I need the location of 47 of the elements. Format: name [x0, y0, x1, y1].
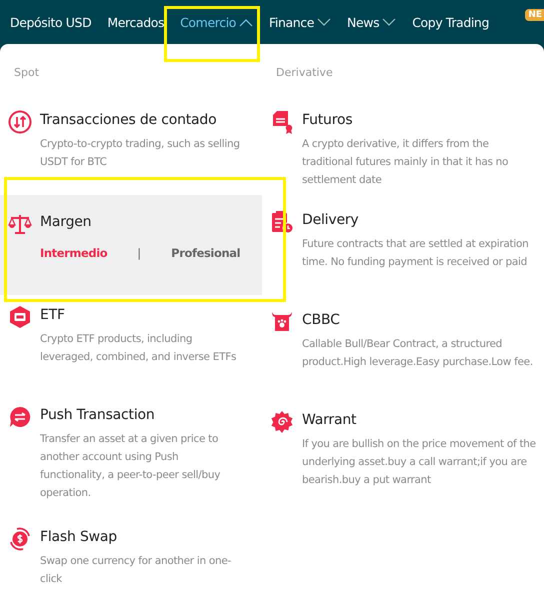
menu-item[interactable]: Futuros A crypto derivative, it differs from the traditional futures mainly in that it has no settlement date	[262, 100, 544, 200]
hexagon-icon	[8, 305, 32, 329]
section-heading: Derivative	[275, 65, 334, 81]
menu-item[interactable]: CBBC Callable Bull/Bear Contract, a structured product.High leverage.Easy purchase.Low fee.	[262, 300, 544, 400]
menu-item-description: A crypto derivative, it differs from the traditional futures mainly in that it has no settlement date	[302, 137, 510, 188]
menu-item-title[interactable]: Warrant	[302, 410, 536, 430]
menu-item-description: If you are bullish on the price movement of the underlying asset.buy a call warrant;if you are bearish.buy a put warrant	[302, 437, 536, 488]
menu-item-title[interactable]: ETF	[40, 305, 240, 325]
separator: |	[137, 246, 142, 260]
menu-item-description: Future contracts that are settled at expiration time. No funding payment is received or paid	[302, 237, 530, 270]
nav-tab[interactable]: Depósito USD	[10, 14, 92, 30]
nav-tab[interactable]: News	[347, 14, 396, 30]
nav-tab[interactable]: Finance	[269, 14, 332, 30]
menu-item-title[interactable]: Delivery	[302, 210, 536, 230]
menu-item[interactable]: Flash Swap Swap one currency for another in one-click	[0, 517, 262, 597]
menu-item[interactable]: ETF Crypto ETF products, including leveraged, combined, and inverse ETFs	[0, 295, 262, 395]
nav-tab[interactable]: Copy Trading	[412, 14, 489, 30]
gear-spiral-icon	[270, 410, 294, 434]
menu-item-description: Callable Bull/Bear Contract, a structured product.High leverage.Easy purchase.Low fee.	[302, 337, 534, 370]
menu-item-description: Crypto ETF products, including leveraged, combined, and inverse ETFs	[40, 332, 238, 365]
document-icon	[270, 110, 294, 134]
menu-item-title[interactable]: Push Transaction	[40, 405, 240, 425]
new-badge: NE	[525, 9, 544, 21]
section-heading: Spot	[13, 65, 40, 81]
menu-item[interactable]: Push Transaction Transfer an asset at a given price to another account using Push functionality, a peer-to-peer sell/buy operation.	[0, 395, 262, 517]
sub-link[interactable]: Profesional	[171, 246, 240, 260]
menu-item[interactable]: Transacciones de contado Crypto-to-crypto trading, such as selling USDT for BTC	[0, 100, 262, 195]
menu-item-description: Crypto-to-crypto trading, such as selling USDT for BTC	[40, 137, 240, 170]
menu-item-highlight[interactable]: Margen Intermedio | Profesional	[0, 195, 262, 295]
clipboard-clock-icon	[270, 210, 294, 234]
menu-item-title[interactable]: Futuros	[302, 110, 536, 130]
menu-item[interactable]: Warrant If you are bullish on the price movement of the underlying asset.buy a call warrant;if you are bearish.buy a put warrant	[262, 400, 544, 522]
scales-icon	[8, 212, 32, 236]
nav-tab[interactable]: Comercio	[180, 14, 254, 30]
menu-item-title[interactable]: Flash Swap	[40, 527, 240, 547]
swap-arrows-icon	[8, 110, 32, 134]
nav-tab[interactable]: Mercados	[107, 14, 164, 30]
menu-item-title[interactable]: CBBC	[302, 310, 536, 330]
chat-bubble-icon	[8, 405, 32, 429]
sub-link[interactable]: Intermedio	[40, 246, 108, 260]
menu-item[interactable]: Delivery Future contracts that are settled at expiration time. No funding payment is received or paid	[262, 200, 544, 300]
menu-item-title[interactable]: Transacciones de contado	[40, 110, 240, 130]
menu-item-description: Transfer an asset at a given price to another account using Push functionality, a peer-to-peer sell/buy operation.	[40, 432, 222, 501]
menu-item-title[interactable]: Margen	[40, 212, 240, 232]
menu-item-description: Swap one currency for another in one-click	[40, 554, 232, 587]
bull-head-icon	[270, 310, 294, 334]
coin-swap-icon	[8, 527, 32, 551]
